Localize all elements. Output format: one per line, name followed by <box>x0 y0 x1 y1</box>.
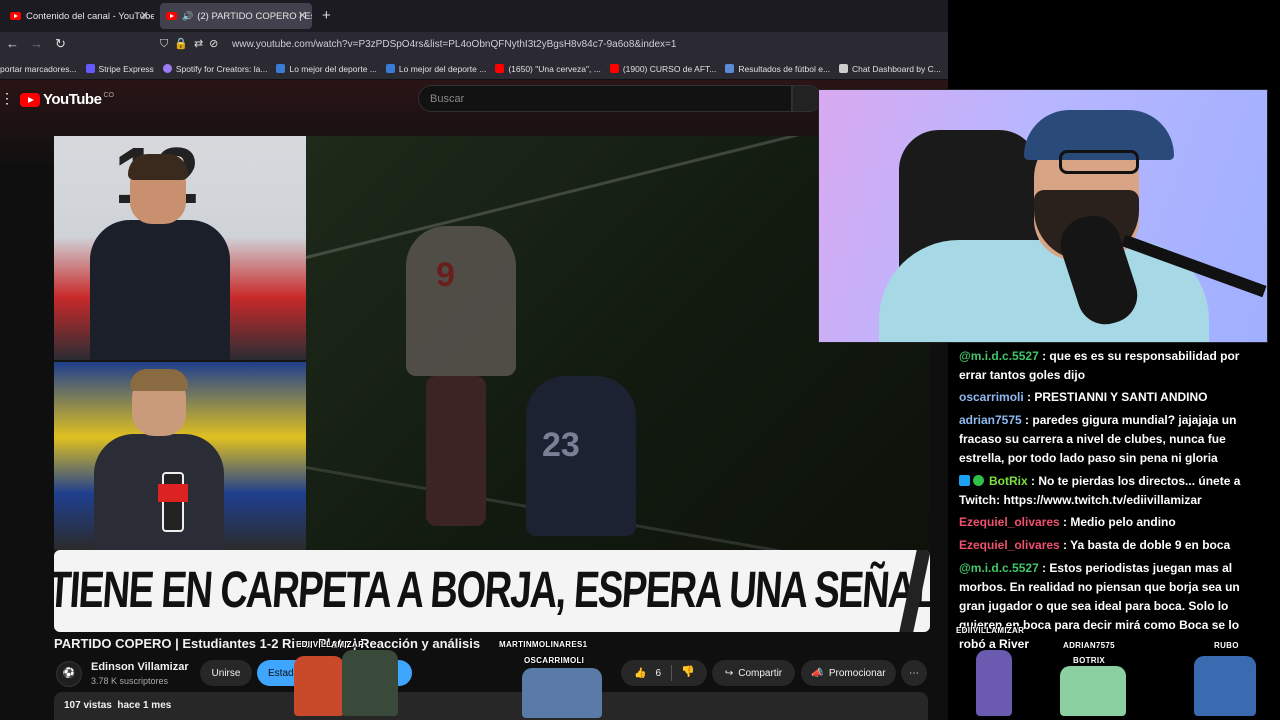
stream-chat: @m.i.d.c.5527 : que es es su responsabil… <box>948 343 1280 651</box>
player-number: 9 <box>436 256 455 294</box>
youtube-favicon-icon <box>166 12 177 20</box>
studio-panel-reporter <box>54 362 306 550</box>
tab-channel-content[interactable]: Contenido del canal - YouTube ✕ <box>4 3 154 29</box>
bookmark-item[interactable]: Resultados de fútbol e... <box>725 64 830 74</box>
navigation-bar: ← → ↻ ⛉🔒⇄⊘ www.youtube.com/watch?v=P3zPD… <box>0 32 948 58</box>
sport-site-icon <box>276 64 286 73</box>
chat-message: @m.i.d.c.5527 : que es es su responsabil… <box>959 349 1240 382</box>
verified-badge-icon <box>973 475 984 486</box>
video-player[interactable]: 9 23 12 <box>54 136 930 550</box>
tab-video[interactable]: 🔊 (2) PARTIDO COPERO | Estu ✕ <box>160 3 312 29</box>
bookmark-item[interactable]: (1900) CURSO de AFT... <box>609 64 716 74</box>
chat-message: adrian7575 : paredes gigura mundial? jaj… <box>959 413 1237 465</box>
screen: Contenido del canal - YouTube ✕ 🔊 (2) PA… <box>0 0 1280 720</box>
youtube-logo[interactable]: YouTube CO <box>20 91 114 108</box>
bookmark-item[interactable]: portar marcadores... <box>0 64 77 74</box>
chat-sprites: EDIIVILLAMIZAR MARTINMOLINARES1 OSCARRIM… <box>0 620 1280 720</box>
chat-message: BotRix : No te pierdas los directos... ú… <box>959 474 1241 507</box>
bookmark-item[interactable]: Lo mejor del deporte ... <box>385 64 486 74</box>
bookmark-item[interactable]: Chat Dashboard by C... <box>839 64 941 74</box>
sprite-label: EDIIVILLAMIZAR <box>956 626 1025 635</box>
forward-arrow-icon[interactable]: → <box>30 36 43 51</box>
youtube-play-icon <box>20 92 40 107</box>
bookmark-item[interactable]: (1650) "Una cerveza", ... <box>495 64 601 74</box>
sprite-label: OSCARRIMOLI <box>524 656 585 665</box>
tab-title: Contenido del canal - YouTube <box>26 10 154 22</box>
menu-icon[interactable]: ⋮ <box>0 90 14 107</box>
microphone-icon <box>162 472 184 532</box>
youtube-wordmark: YouTube <box>43 91 102 108</box>
chat-message: oscarrimoli : PRESTIANNI Y SANTI ANDINO <box>959 390 1208 404</box>
sport-site-icon <box>385 64 395 73</box>
sprite-label: BOTRIX <box>1073 656 1106 665</box>
sprite-character <box>342 650 398 716</box>
results-icon <box>725 64 735 73</box>
sprite-label: MARTINMOLINARES1 <box>499 640 588 649</box>
stripe-icon <box>85 64 95 73</box>
sprite-character <box>294 656 344 716</box>
speaker-icon[interactable]: 🔊 <box>182 11 193 22</box>
sprite-character <box>1060 666 1126 716</box>
chat-message: Ezequiel_olivares : Medio pelo andino <box>959 515 1176 529</box>
youtube-icon <box>495 64 505 73</box>
address-bar-url[interactable]: www.youtube.com/watch?v=P3zPDSpO4rs&list… <box>232 39 676 50</box>
chat-message: Ezequiel_olivares : Ya basta de doble 9 … <box>959 538 1231 552</box>
spotify-icon <box>162 64 172 73</box>
tab-close-icon[interactable]: ✕ <box>140 9 149 22</box>
country-code: CO <box>103 92 114 99</box>
studio-panel-host: 12 <box>54 136 306 360</box>
rival-number: 23 <box>542 426 580 464</box>
tab-title: (2) PARTIDO COPERO | Estu <box>197 10 312 22</box>
host-figure <box>90 154 230 360</box>
search-input[interactable]: Buscar <box>418 85 792 112</box>
sprite-label: RUBO <box>1214 641 1239 650</box>
youtube-icon <box>609 64 619 73</box>
bookmark-item[interactable]: Stripe Express <box>85 64 154 74</box>
reload-icon[interactable]: ↻ <box>55 36 66 52</box>
river-player <box>406 226 516 376</box>
tab-bar: Contenido del canal - YouTube ✕ 🔊 (2) PA… <box>0 0 948 32</box>
bookmark-item[interactable]: Lo mejor del deporte ... <box>276 64 377 74</box>
bot-badge-icon <box>959 475 970 486</box>
sprite-character <box>1194 656 1256 716</box>
headline-text: "BOCA TIENE EN CARPETA A BORJA, ESPERA U… <box>54 561 930 619</box>
sprite-label: EDIIVILLAMIZAR <box>296 640 365 649</box>
sprite-label: ADRIAN7575 <box>1063 641 1115 650</box>
browser-window: Contenido del canal - YouTube ✕ 🔊 (2) PA… <box>0 0 948 720</box>
back-arrow-icon[interactable]: ← <box>6 36 19 51</box>
new-tab-button[interactable]: + <box>322 7 331 24</box>
sprite-character <box>522 668 602 718</box>
youtube-favicon-icon <box>10 12 21 20</box>
bookmark-item[interactable]: Spotify for Creators: la... <box>162 64 267 74</box>
dashboard-icon <box>839 64 849 73</box>
address-bar-icons[interactable]: ⛉🔒⇄⊘ <box>160 37 224 51</box>
bookmarks-bar: portar marcadores... Stripe Express Spot… <box>0 58 948 80</box>
sprite-character <box>976 650 1012 716</box>
streamer-webcam <box>818 89 1268 343</box>
tab-close-icon[interactable]: ✕ <box>298 9 307 22</box>
reporter-figure <box>94 369 224 550</box>
